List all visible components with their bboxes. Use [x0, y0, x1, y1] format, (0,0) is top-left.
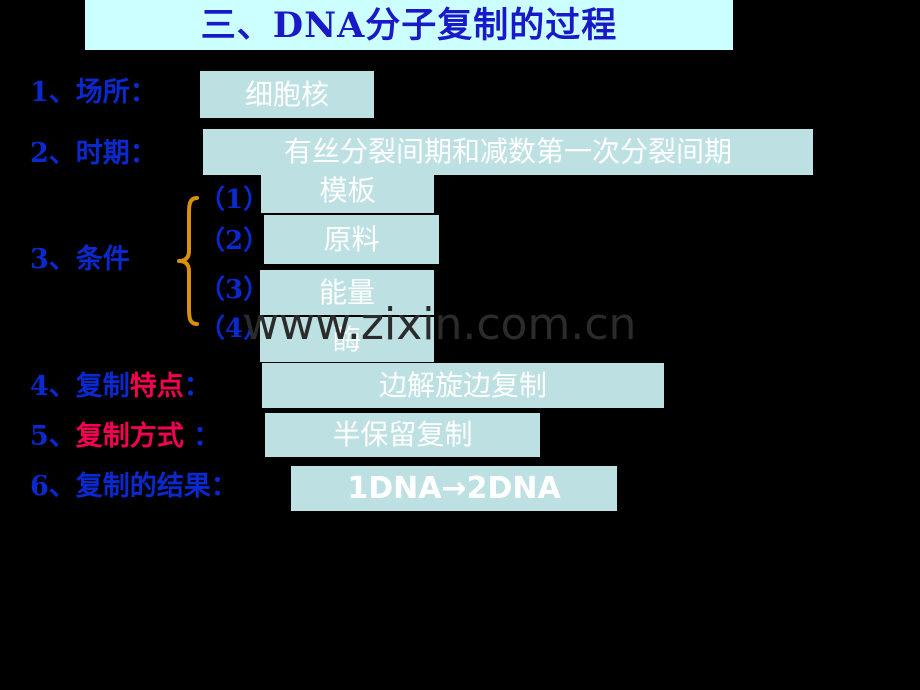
answer-text-enzyme: 酶 [332, 322, 361, 356]
sub-marker-1: （1） [199, 185, 270, 215]
answer-box-replication-result: 1DNA→2DNA [291, 466, 617, 511]
answer-text-location: 细胞核 [244, 77, 329, 111]
row-label-replication-mode-part-1: 复制方式 [75, 421, 184, 452]
answer-text-energy: 能量 [318, 275, 375, 309]
answer-text-template: 模板 [319, 173, 376, 207]
answer-box-template: 模板 [261, 168, 434, 213]
answer-text-raw-material: 原料 [323, 222, 380, 256]
answer-box-replication-feature: 边解旋边复制 [262, 363, 664, 408]
row-label-replication-result: 6、复制的结果： [30, 473, 238, 500]
presentation-slide: 三、DNA分子复制的过程 1、场所： 细胞核 2、时期： 有丝分裂间期和减数第一… [0, 0, 920, 690]
answer-text-replication-mode: 半保留复制 [332, 418, 473, 451]
sub-marker-3: （3） [199, 275, 270, 305]
row-label-replication-feature-part-1: 特点 [129, 371, 184, 402]
row-label-location: 1、场所： [30, 79, 157, 106]
slide-title-box: 三、DNA分子复制的过程 [85, 0, 733, 50]
sub-marker-2: （2） [199, 226, 270, 256]
row-label-replication-mode-part-0: 5、 [30, 421, 76, 452]
row-label-replication-mode: 5、复制方式 ： [30, 423, 220, 450]
row-label-replication-feature: 4、复制特点： [30, 373, 211, 400]
answer-box-replication-mode: 半保留复制 [265, 413, 540, 457]
answer-text-replication-feature: 边解旋边复制 [378, 368, 547, 402]
row-label-conditions: 3、条件 [30, 246, 130, 273]
row-label-period-part-0: 2、时期： [30, 138, 157, 169]
answer-text-replication-result: 1DNA→2DNA [347, 470, 561, 506]
row-label-replication-mode-part-2: ： [183, 421, 221, 452]
brace-icon [177, 196, 199, 326]
answer-box-enzyme: 酶 [260, 317, 434, 362]
answer-text-period: 有丝分裂间期和减数第一次分裂间期 [283, 135, 732, 168]
row-label-location-part-0: 1、场所： [30, 77, 157, 108]
conditions-brace [176, 196, 200, 326]
row-label-replication-feature-part-0: 4、复制 [30, 371, 130, 402]
answer-box-location: 细胞核 [200, 71, 374, 118]
answer-box-energy: 能量 [260, 270, 434, 315]
sub-marker-4: （4） [199, 314, 270, 344]
slide-title-text: 三、DNA分子复制的过程 [200, 4, 618, 46]
row-label-replication-result-part-0: 6、复制的结果： [30, 471, 238, 502]
row-label-conditions-part-0: 3、条件 [30, 244, 130, 275]
answer-box-raw-material: 原料 [264, 215, 439, 264]
row-label-replication-feature-part-2: ： [183, 371, 211, 402]
row-label-period: 2、时期： [30, 140, 157, 167]
